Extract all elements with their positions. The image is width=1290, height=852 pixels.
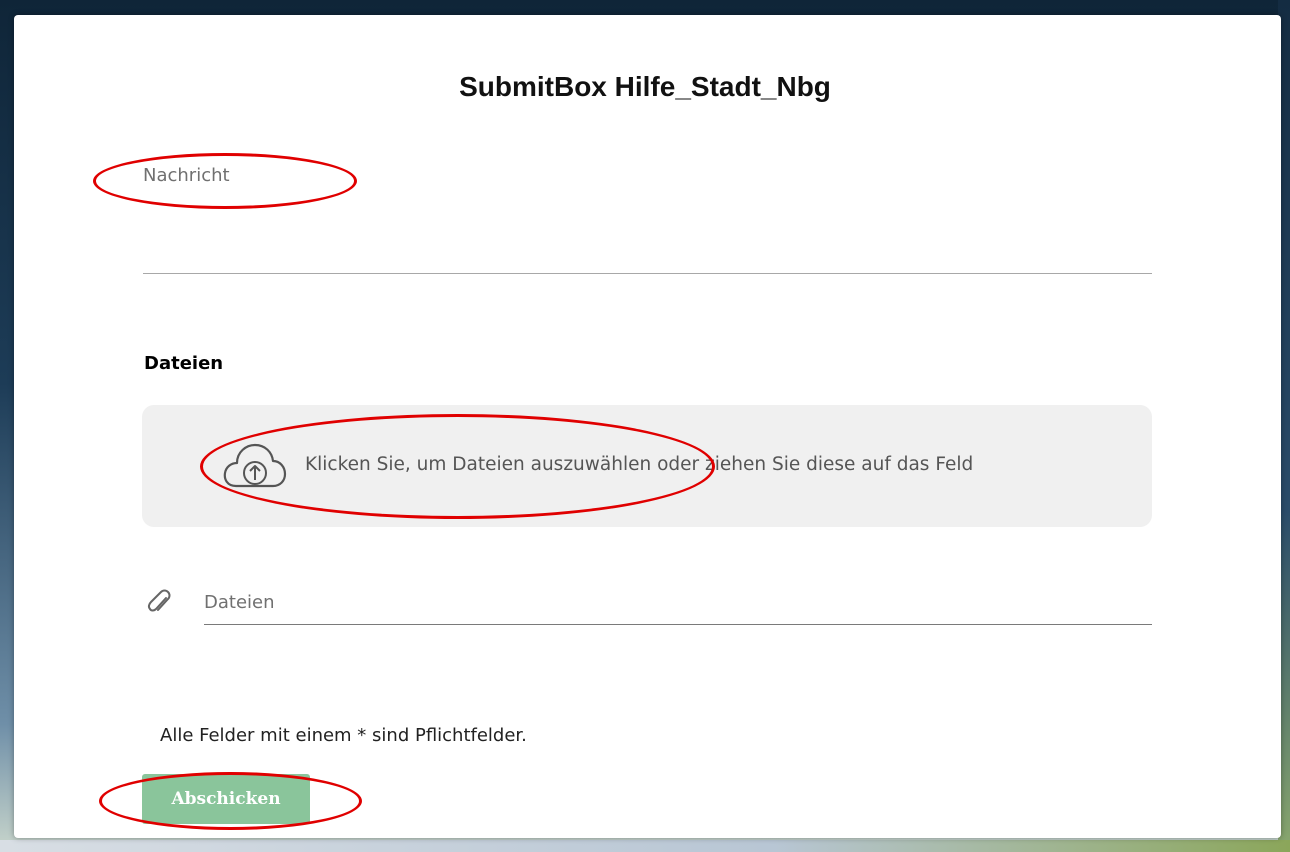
dropzone-text: Klicken Sie, um Dateien auszuwählen oder… — [305, 454, 974, 475]
message-field[interactable]: Nachricht — [143, 160, 1152, 274]
page-title: SubmitBox Hilfe_Stadt_Nbg — [459, 71, 831, 102]
paperclip-icon — [147, 589, 171, 612]
files-field-label: Dateien — [204, 592, 275, 613]
files-input-field[interactable]: Dateien — [204, 582, 1152, 625]
submit-button[interactable]: Abschicken — [142, 774, 310, 824]
message-label: Nachricht — [143, 165, 230, 186]
files-section-title: Dateien — [144, 353, 224, 374]
cloud-upload-icon — [223, 443, 287, 488]
required-fields-note: Alle Felder mit einem * sind Pflichtfeld… — [160, 725, 527, 746]
backdrop-bottom — [0, 840, 1290, 852]
